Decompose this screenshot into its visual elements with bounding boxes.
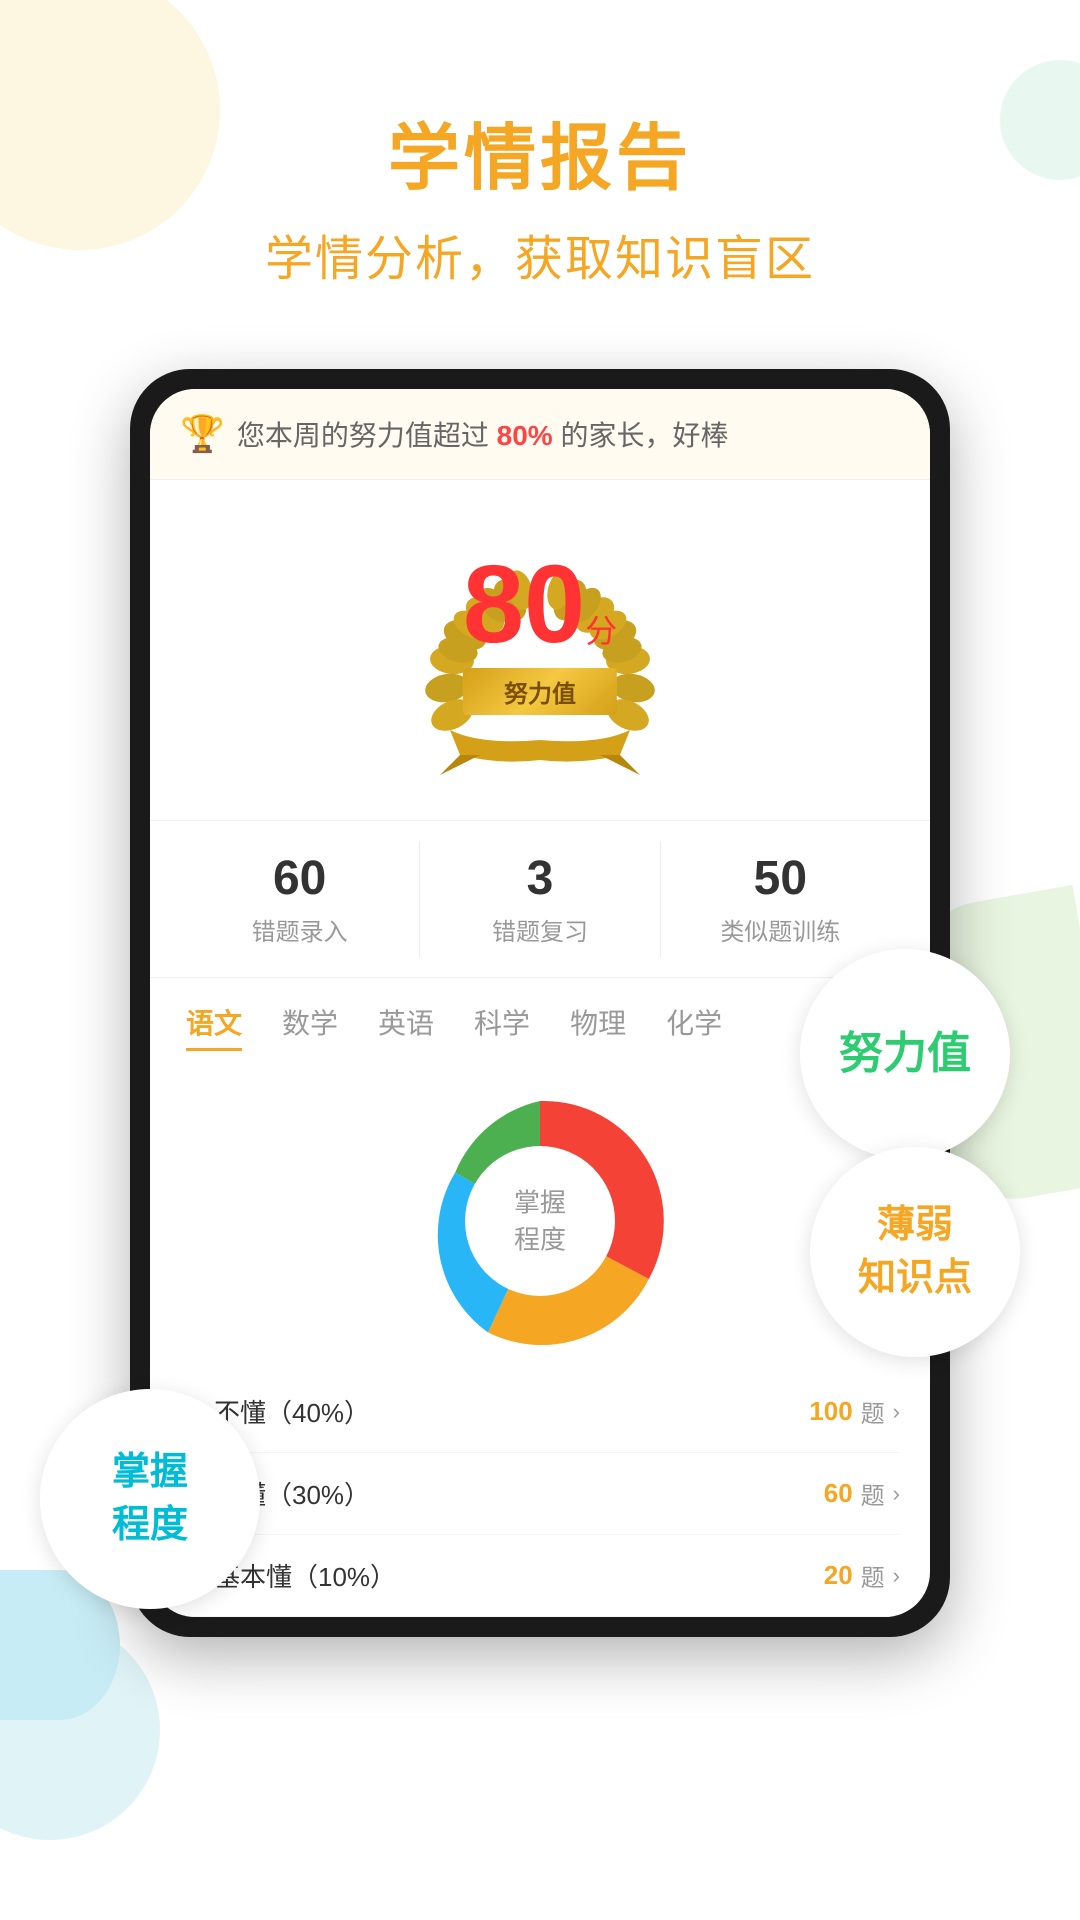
legend-count-1: 60 xyxy=(824,1478,853,1509)
legend-arrow-1[interactable]: › xyxy=(893,1481,900,1507)
score-label: 努力值 xyxy=(463,668,617,715)
legend-arrow-0[interactable]: › xyxy=(893,1399,900,1425)
tab-physics[interactable]: 物理 xyxy=(570,1002,626,1051)
score-overlay: 80 分 努力值 xyxy=(463,550,617,715)
stats-row: 60 错题录入 3 错题复习 50 类似题训练 xyxy=(150,820,930,978)
legend-count-2: 20 xyxy=(824,1560,853,1591)
float-ruodian-label: 薄弱知识点 xyxy=(810,1147,1020,1357)
tab-math[interactable]: 数学 xyxy=(282,1002,338,1051)
legend-item-1: 略懂（30%） 60 题 › xyxy=(180,1453,900,1535)
donut-chart: 掌握 程度 xyxy=(400,1081,680,1361)
legend-item-2: 基本懂（10%） 20 题 › xyxy=(180,1535,900,1617)
score-section: 80 分 努力值 xyxy=(150,480,930,820)
score-unit: 分 xyxy=(585,606,617,652)
chart-section: 掌握 程度 xyxy=(150,1061,930,1371)
banner-text: 您本周的努力值超过 80% 的家长，好棒 xyxy=(237,414,729,454)
legend-label-0: 不懂（40%） xyxy=(214,1393,809,1430)
phone-mockup: 努力值 掌握程度 薄弱知识点 🏆 您本周的努力值超过 80% 的家长，好棒 xyxy=(130,369,950,1637)
tab-science[interactable]: 科学 xyxy=(474,1002,530,1051)
legend-unit-0: 题 xyxy=(861,1394,885,1429)
float-zhangwo-label: 掌握程度 xyxy=(40,1389,260,1609)
legend-label-2: 基本懂（10%） xyxy=(214,1557,824,1594)
tab-chemistry[interactable]: 化学 xyxy=(666,1002,722,1051)
stat-item-wrong-entry: 60 错题录入 xyxy=(180,841,420,957)
donut-center-text: 掌握 程度 xyxy=(514,1185,566,1258)
legend-label-1: 略懂（30%） xyxy=(214,1475,824,1512)
legend-item-0: 不懂（40%） 100 题 › xyxy=(180,1371,900,1453)
legend-unit-1: 题 xyxy=(861,1476,885,1511)
stat-item-similar: 50 类似题训练 xyxy=(661,841,900,957)
header: 学情报告 学情分析，获取知识盲区 xyxy=(0,0,1080,309)
legend-arrow-2[interactable]: › xyxy=(893,1563,900,1589)
laurel-container: 80 分 努力值 xyxy=(380,510,700,800)
tab-english[interactable]: 英语 xyxy=(378,1002,434,1051)
legend-count-0: 100 xyxy=(809,1396,852,1427)
legend-list: 不懂（40%） 100 题 › 略懂（30%） 60 题 › 基本懂（10%） … xyxy=(150,1371,930,1617)
screen-banner: 🏆 您本周的努力值超过 80% 的家长，好棒 xyxy=(150,389,930,480)
float-nulizhi-label: 努力值 xyxy=(800,949,1010,1159)
trophy-icon: 🏆 xyxy=(180,413,225,455)
legend-unit-2: 题 xyxy=(861,1558,885,1593)
score-number: 80 xyxy=(463,550,585,660)
tab-chinese[interactable]: 语文 xyxy=(186,1002,242,1051)
page-title: 学情报告 xyxy=(0,120,1080,199)
stat-item-review: 3 错题复习 xyxy=(420,841,660,957)
page-subtitle: 学情分析，获取知识盲区 xyxy=(0,219,1080,289)
